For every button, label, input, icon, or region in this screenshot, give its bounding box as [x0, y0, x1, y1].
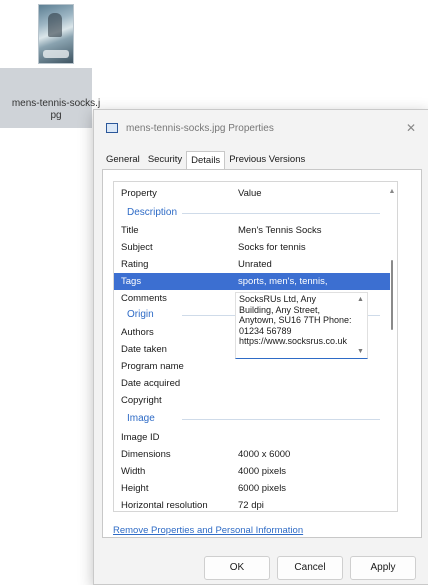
scroll-up-icon[interactable]: ▲: [388, 188, 396, 195]
tab-general[interactable]: General: [102, 151, 144, 169]
row-key: Program name: [121, 361, 184, 372]
row-value: sports, men's, tennis,: [238, 276, 328, 287]
row-key: Comments: [121, 293, 167, 304]
apply-button[interactable]: Apply: [350, 556, 416, 580]
row-value: Men's Tennis Socks: [238, 225, 322, 236]
row-value: Unrated: [238, 259, 272, 270]
tab-strip: General Security Details Previous Versio…: [102, 151, 309, 171]
comments-text: SocksRUs Ltd, Any Building, Any Street, …: [239, 294, 352, 346]
section-description-label: Description: [127, 205, 182, 221]
close-icon[interactable]: ✕: [406, 121, 416, 135]
tab-previous-versions[interactable]: Previous Versions: [225, 151, 309, 169]
row-key: Horizontal resolution: [121, 500, 208, 511]
row-key: Authors: [121, 327, 154, 338]
details-tab-panel: Property Value Description Title Men's T…: [102, 169, 422, 538]
row-key: Height: [121, 483, 149, 494]
row-horizontal-resolution[interactable]: Horizontal resolution 72 dpi: [114, 497, 390, 511]
image-thumbnail-icon: [38, 4, 74, 64]
row-key: Date acquired: [121, 378, 181, 389]
row-key: Tags: [121, 276, 142, 287]
header-row: Property Value: [114, 185, 390, 202]
header-property[interactable]: Property: [121, 185, 157, 202]
row-rating[interactable]: Rating Unrated: [114, 256, 390, 273]
desktop-file-mens-tennis-socks[interactable]: mens-tennis-socks.jpg: [10, 4, 102, 122]
row-subject[interactable]: Subject Socks for tennis: [114, 239, 390, 256]
row-width[interactable]: Width 4000 pixels: [114, 463, 390, 480]
tab-security[interactable]: Security: [144, 151, 186, 169]
row-date-acquired[interactable]: Date acquired: [114, 375, 390, 392]
row-value: 6000 pixels: [238, 483, 287, 494]
file-name-label: mens-tennis-socks.jpg: [11, 98, 101, 121]
row-key: Copyright: [121, 395, 162, 406]
row-key: Date taken: [121, 344, 167, 355]
row-value: 72 dpi: [238, 500, 264, 511]
property-list-scrollbar[interactable]: ▲: [388, 182, 396, 511]
remove-properties-link[interactable]: Remove Properties and Personal Informati…: [113, 525, 303, 536]
row-title[interactable]: Title Men's Tennis Socks: [114, 222, 390, 239]
row-copyright[interactable]: Copyright: [114, 392, 390, 409]
row-image-id[interactable]: Image ID: [114, 429, 390, 446]
tab-details[interactable]: Details: [186, 151, 226, 171]
row-program-name[interactable]: Program name: [114, 358, 390, 375]
cancel-button[interactable]: Cancel: [277, 556, 343, 580]
section-image-label: Image: [127, 411, 159, 427]
header-value[interactable]: Value: [238, 185, 262, 202]
row-value: 4000 x 6000: [238, 449, 291, 460]
row-key: Rating: [121, 259, 149, 270]
section-image: Image: [114, 411, 390, 427]
section-origin-label: Origin: [127, 307, 158, 323]
dialog-title: mens-tennis-socks.jpg Properties: [126, 122, 274, 134]
row-height[interactable]: Height 6000 pixels: [114, 480, 390, 497]
scroll-up-icon[interactable]: ▲: [356, 295, 365, 306]
property-list-header: Property Value: [114, 182, 397, 204]
section-description: Description: [114, 205, 390, 221]
dialog-titlebar[interactable]: mens-tennis-socks.jpg Properties ✕: [94, 110, 428, 146]
row-key: Width: [121, 466, 146, 477]
row-key: Dimensions: [121, 449, 171, 460]
row-value: 4000 pixels: [238, 466, 287, 477]
comments-edit-field[interactable]: SocksRUs Ltd, Any Building, Any Street, …: [235, 292, 368, 359]
ok-button[interactable]: OK: [204, 556, 270, 580]
property-list[interactable]: Property Value Description Title Men's T…: [113, 181, 398, 512]
comments-scrollbar[interactable]: ▲ ▼: [356, 295, 365, 357]
row-value: Socks for tennis: [238, 242, 306, 253]
row-key: Subject: [121, 242, 153, 253]
row-key: Title: [121, 225, 139, 236]
scrollbar-thumb[interactable]: [391, 260, 393, 330]
properties-dialog: mens-tennis-socks.jpg Properties ✕ Gener…: [93, 109, 428, 585]
row-dimensions[interactable]: Dimensions 4000 x 6000: [114, 446, 390, 463]
properties-window-icon: [106, 123, 118, 133]
row-key: Image ID: [121, 432, 160, 443]
scroll-down-icon[interactable]: ▼: [356, 347, 365, 358]
row-tags[interactable]: Tags sports, men's, tennis,: [114, 273, 390, 290]
